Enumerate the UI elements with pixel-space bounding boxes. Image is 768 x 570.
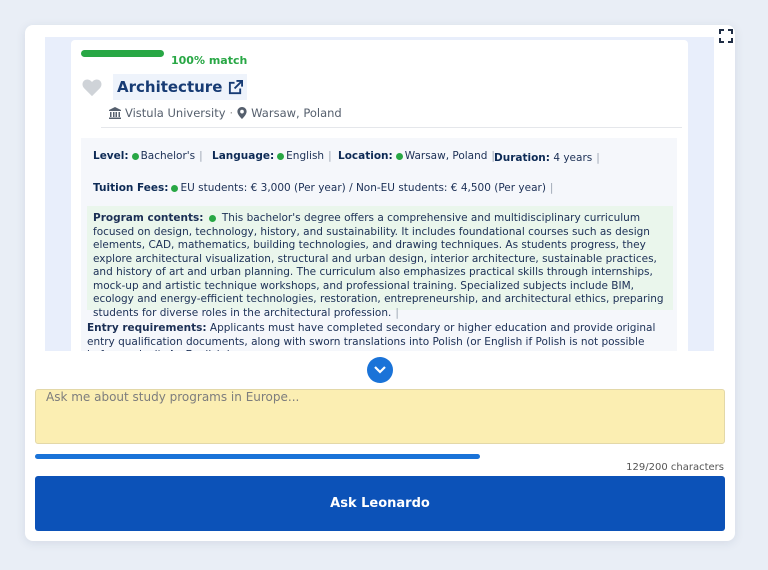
program-contents: Program contents: This bachelor's degree… [87, 206, 673, 319]
program-info: Level: Bachelor's | Language: English | Loca… [81, 138, 677, 351]
favorite-button[interactable] [81, 77, 103, 97]
university-icon [109, 107, 121, 119]
entry-requirements: Entry requirements: Applicants must have… [87, 322, 656, 351]
university-location: Warsaw, Poland [251, 106, 342, 120]
results-scroll-area[interactable]: 100% match Architecture Vistula Universi… [45, 37, 714, 351]
match-label: 100% match [171, 54, 248, 67]
question-input[interactable] [35, 389, 725, 444]
program-title: Architecture [117, 78, 223, 96]
scroll-down-button[interactable] [367, 357, 393, 383]
char-progress-bar [35, 454, 725, 459]
language-field: Language: English | [212, 150, 332, 162]
heart-icon [82, 79, 102, 97]
external-link-icon [229, 79, 244, 94]
tuition-field: Tuition Fees: EU students: € 3,000 (Per y… [93, 182, 554, 194]
divider [101, 127, 682, 128]
fullscreen-icon [719, 29, 733, 43]
program-result-card: 100% match Architecture Vistula Universi… [71, 40, 688, 351]
university-name: Vistula University [125, 106, 226, 120]
match-bar [81, 50, 164, 57]
ask-leonardo-button[interactable]: Ask Leonardo [35, 476, 725, 531]
location-pin-icon [237, 107, 247, 119]
university-line: Vistula University · Warsaw, Poland [109, 106, 342, 120]
char-progress-fill [35, 454, 481, 459]
fullscreen-button[interactable] [716, 28, 736, 44]
chevron-down-icon [374, 366, 386, 374]
location-field: Location: Warsaw, Poland | [338, 150, 495, 162]
dot-separator: · [229, 106, 234, 120]
char-count: 129/200 characters [626, 462, 724, 473]
program-title-link[interactable]: Architecture [113, 74, 248, 100]
level-field: Level: Bachelor's | [93, 150, 203, 162]
duration-field: Duration: 4 years | [494, 152, 600, 164]
